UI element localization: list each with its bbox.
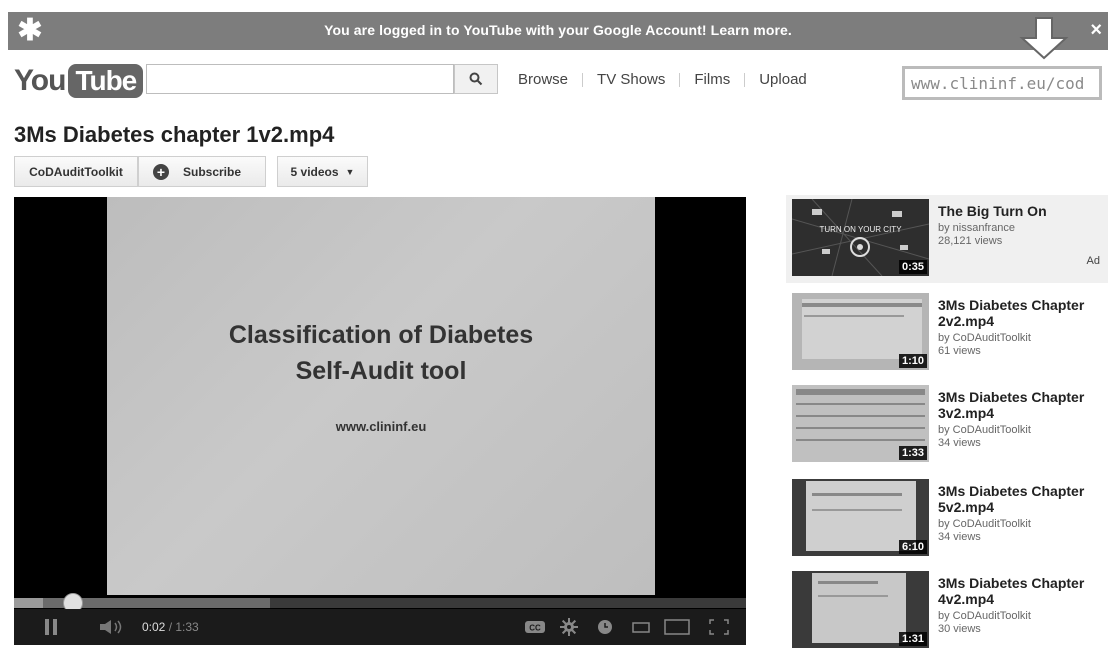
search-icon <box>469 72 483 86</box>
video-thumbnail[interactable]: 1:31 <box>792 571 929 648</box>
search-input[interactable] <box>146 64 454 94</box>
svg-text:CC: CC <box>529 624 541 633</box>
uploader[interactable]: by CoDAuditToolkit <box>938 424 1104 436</box>
video-thumbnail[interactable]: TURN ON YOUR CITY 0:35 <box>792 199 929 276</box>
fullscreen-icon <box>709 619 729 635</box>
video-meta: 3Ms Diabetes Chapter 3v2.mp4 by CoDAudit… <box>938 389 1104 449</box>
video-link[interactable]: The Big Turn On <box>938 203 1104 219</box>
volume-button[interactable] <box>94 609 130 645</box>
caret-down-icon: ▼ <box>345 166 355 177</box>
view-count: 34 views <box>938 437 981 449</box>
video-link[interactable]: 3Ms Diabetes Chapter 3v2.mp4 <box>938 389 1104 421</box>
close-icon[interactable]: × <box>1090 19 1102 42</box>
video-meta: 3Ms Diabetes Chapter 2v2.mp4 by CoDAudit… <box>938 297 1104 357</box>
fullscreen-button[interactable] <box>704 609 734 645</box>
captions-button[interactable]: CC <box>522 609 548 645</box>
video-thumbnail[interactable]: 1:33 <box>792 385 929 462</box>
video-meta: The Big Turn On by nissanfrance 28,121 v… <box>938 203 1104 247</box>
youtube-logo[interactable]: You Tube <box>14 63 144 99</box>
watch-later-button[interactable] <box>592 609 618 645</box>
player-controls: 0:02 / 1:33 CC <box>14 609 746 645</box>
uploader[interactable]: by CoDAuditToolkit <box>938 332 1104 344</box>
slide-title-line2: Self-Audit tool <box>295 357 467 385</box>
uploader[interactable]: by CoDAuditToolkit <box>938 518 1104 530</box>
ad-label: Ad <box>1086 255 1100 267</box>
channel-button[interactable]: CoDAuditToolkit <box>14 156 138 187</box>
sidebar-item[interactable]: 1:33 3Ms Diabetes Chapter 3v2.mp4 by CoD… <box>786 381 1108 469</box>
sidebar-item-ad[interactable]: TURN ON YOUR CITY 0:35 The Big Turn On b… <box>786 195 1108 283</box>
slide-title: Classification of Diabetes Self-Audit to… <box>107 317 655 389</box>
logo-you-text: You <box>14 64 66 97</box>
subscribe-button[interactable]: + Subscribe <box>138 156 266 187</box>
pause-button[interactable] <box>36 609 66 645</box>
video-thumbnail[interactable]: 1:10 <box>792 293 929 370</box>
sidebar-item[interactable]: 1:10 3Ms Diabetes Chapter 2v2.mp4 by CoD… <box>786 289 1108 377</box>
nav-tv-shows[interactable]: TV Shows <box>597 71 665 88</box>
overlay-url-box: www.clininf.eu/cod <box>902 66 1102 100</box>
nav-divider <box>582 72 584 87</box>
cc-icon: CC <box>525 621 545 633</box>
notification-message[interactable]: You are logged in to YouTube with your G… <box>8 22 1108 38</box>
current-time: 0:02 <box>142 620 166 634</box>
gear-icon <box>560 618 578 636</box>
videos-label: 5 videos <box>290 164 339 179</box>
down-arrow-icon <box>1019 17 1069 60</box>
plus-icon: + <box>153 163 169 180</box>
buffered-bar <box>14 598 271 608</box>
duration-badge: 0:35 <box>898 260 927 274</box>
speaker-icon <box>100 620 122 634</box>
large-player-button[interactable] <box>662 609 692 645</box>
slide-url: www.clininf.eu <box>335 419 427 434</box>
uploader[interactable]: by CoDAuditToolkit <box>938 610 1104 622</box>
duration-badge: 6:10 <box>898 540 927 554</box>
sidebar-item[interactable]: 1:31 3Ms Diabetes Chapter 4v2.mp4 by CoD… <box>786 567 1108 655</box>
nav-browse[interactable]: Browse <box>518 71 568 88</box>
search-button[interactable] <box>454 64 498 94</box>
video-link[interactable]: 3Ms Diabetes Chapter 2v2.mp4 <box>938 297 1104 329</box>
video-frame: Classification of Diabetes Self-Audit to… <box>107 197 655 595</box>
view-count: 30 views <box>938 623 981 635</box>
view-count: 61 views <box>938 345 981 357</box>
large-screen-icon <box>664 619 690 635</box>
video-thumbnail[interactable]: 6:10 <box>792 479 929 556</box>
video-link[interactable]: 3Ms Diabetes Chapter 4v2.mp4 <box>938 575 1104 607</box>
subscribe-label: Subscribe <box>183 164 242 179</box>
clock-icon <box>598 620 612 634</box>
duration-badge: 1:31 <box>898 632 927 646</box>
video-title: 3Ms Diabetes chapter 1v2.mp4 <box>14 122 335 147</box>
nav-divider <box>744 72 746 87</box>
top-nav: Browse TV Shows Films Upload <box>518 71 807 88</box>
time-display: 0:02 / 1:33 <box>142 620 199 634</box>
duration-badge: 1:33 <box>898 446 927 460</box>
slide-title-line1: Classification of Diabetes <box>228 321 534 349</box>
nav-upload[interactable]: Upload <box>759 71 807 88</box>
notification-bar: ✱ You are logged in to YouTube with your… <box>8 12 1108 50</box>
thumb-caption: TURN ON YOUR CITY <box>819 225 902 234</box>
video-meta: 3Ms Diabetes Chapter 5v2.mp4 by CoDAudit… <box>938 483 1104 543</box>
played-bar <box>14 598 44 608</box>
video-link[interactable]: 3Ms Diabetes Chapter 5v2.mp4 <box>938 483 1104 515</box>
logo-tube-text: Tube <box>68 64 144 98</box>
nav-divider <box>679 72 681 87</box>
view-count: 28,121 views <box>938 235 1003 247</box>
nav-films[interactable]: Films <box>694 71 730 88</box>
small-player-button[interactable] <box>628 609 654 645</box>
view-count: 34 views <box>938 531 981 543</box>
video-player[interactable]: Classification of Diabetes Self-Audit to… <box>14 197 746 645</box>
sidebar-item[interactable]: 6:10 3Ms Diabetes Chapter 5v2.mp4 by CoD… <box>786 475 1108 563</box>
duration: / 1:33 <box>168 620 199 634</box>
videos-dropdown-button[interactable]: 5 videos ▼ <box>277 156 368 187</box>
pause-icon <box>45 619 57 635</box>
settings-button[interactable] <box>556 609 582 645</box>
small-screen-icon <box>632 622 650 633</box>
video-meta: 3Ms Diabetes Chapter 4v2.mp4 by CoDAudit… <box>938 575 1104 635</box>
duration-badge: 1:10 <box>898 354 927 368</box>
uploader[interactable]: by nissanfrance <box>938 222 1104 234</box>
progress-bar[interactable] <box>14 598 746 608</box>
